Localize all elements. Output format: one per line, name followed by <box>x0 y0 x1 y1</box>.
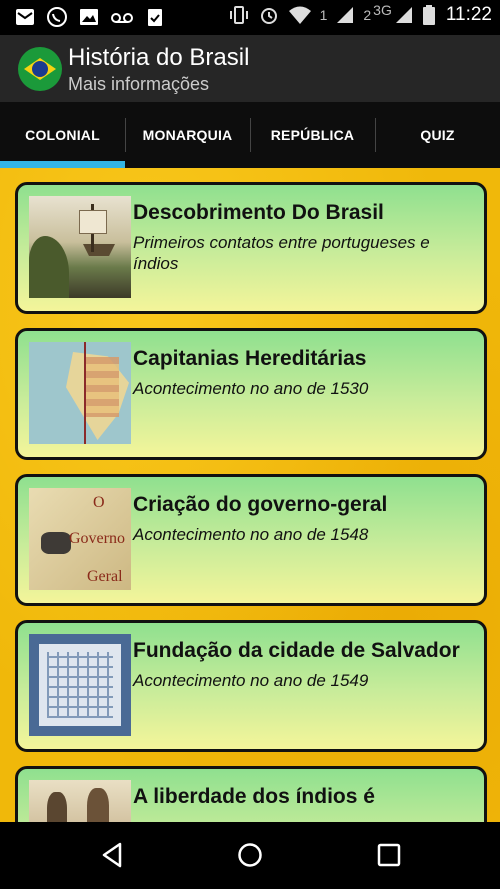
system-icons: 1 2 3G 11:22 <box>228 2 492 26</box>
vibrate-icon <box>229 6 248 24</box>
signal-icon <box>395 7 412 23</box>
list-item[interactable]: Capitanias Hereditárias Acontecimento no… <box>15 328 487 460</box>
tab-bar: COLONIAL MONARQUIA REPÚBLICA QUIZ <box>0 102 500 168</box>
brazil-flag-icon[interactable] <box>18 47 62 91</box>
sail-shape <box>79 210 107 234</box>
map-strips <box>84 357 119 417</box>
battery-icon <box>422 5 435 25</box>
item-title: Fundação da cidade de Salvador <box>133 639 460 662</box>
navigation-bar <box>0 822 500 889</box>
list-item[interactable]: A liberdade dos índios é <box>15 766 487 822</box>
item-title: Descobrimento Do Brasil <box>133 201 384 224</box>
network-type: 3G <box>373 2 392 18</box>
item-title: Criação do governo-geral <box>133 493 388 516</box>
list-item[interactable]: Descobrimento Do Brasil Primeiros contat… <box>15 182 487 314</box>
item-subtitle: Primeiros contatos entre portugueses e í… <box>133 233 430 273</box>
wifi-icon <box>288 6 311 24</box>
clipboard-check-icon <box>148 9 162 26</box>
recent-apps-icon[interactable] <box>374 840 404 870</box>
figure-shape <box>47 792 67 822</box>
thumb-text-governo: Governo <box>69 530 125 547</box>
whatsapp-icon <box>47 7 67 27</box>
topic-list[interactable]: Descobrimento Do Brasil Primeiros contat… <box>0 168 500 822</box>
thumb-text-o: O <box>93 494 105 511</box>
app-title: História do Brasil <box>68 44 250 71</box>
item-title: A liberdade dos índios é <box>133 785 375 808</box>
salvador-map-thumbnail <box>29 634 131 736</box>
list-item[interactable]: Fundação da cidade de Salvador Acontecim… <box>15 620 487 752</box>
status-bar: 1 2 3G 11:22 <box>0 0 500 35</box>
trees-shape <box>29 236 69 298</box>
image-icon <box>80 9 98 25</box>
mail-icon <box>16 9 34 25</box>
item-subtitle: Acontecimento no ano de 1548 <box>133 525 369 544</box>
list-item[interactable]: O Governo Geral Criação do governo-geral… <box>15 474 487 606</box>
tab-quiz[interactable]: QUIZ <box>375 102 500 168</box>
discovery-thumbnail <box>29 196 131 298</box>
notification-icons <box>14 6 166 28</box>
thumb-text-geral: Geral <box>87 568 123 585</box>
home-icon[interactable] <box>235 840 265 870</box>
tab-republica[interactable]: REPÚBLICA <box>250 102 375 168</box>
figure-shape <box>87 788 109 822</box>
alarm-icon <box>260 8 277 24</box>
app-bar: História do Brasil Mais informações <box>0 35 500 102</box>
item-title: Capitanias Hereditárias <box>133 347 367 370</box>
ink-blot <box>41 532 71 554</box>
tab-colonial[interactable]: COLONIAL <box>0 102 125 168</box>
sim2-label: 2 <box>363 7 372 23</box>
app-subtitle: Mais informações <box>68 74 210 94</box>
tab-monarquia[interactable]: MONARQUIA <box>125 102 250 168</box>
map-line <box>84 342 86 444</box>
voicemail-icon <box>111 13 133 23</box>
item-subtitle: Acontecimento no ano de 1530 <box>133 379 369 398</box>
clock: 11:22 <box>445 4 492 25</box>
flag-globe <box>32 61 48 77</box>
governo-geral-thumbnail: O Governo Geral <box>29 488 131 590</box>
back-icon[interactable] <box>98 840 128 870</box>
signal-icon <box>337 7 354 23</box>
indios-thumbnail <box>29 780 131 822</box>
item-subtitle: Acontecimento no ano de 1549 <box>133 671 369 690</box>
capitanias-map-thumbnail <box>29 342 131 444</box>
sim1-label: 1 <box>319 7 328 23</box>
city-grid <box>47 652 113 718</box>
